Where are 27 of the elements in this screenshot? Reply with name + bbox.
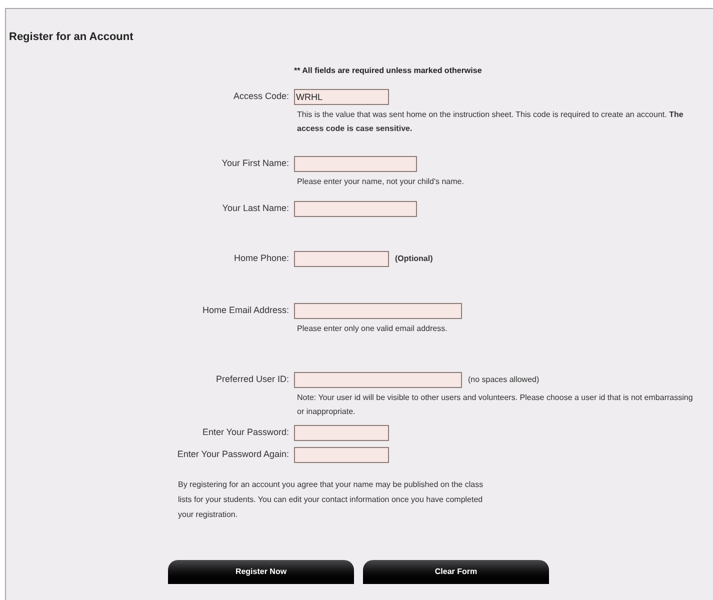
input-field[interactable] [294,250,389,266]
form-button[interactable]: Clear Form [363,560,549,584]
field-note: Please enter only one valid email address. [297,322,448,335]
input-field[interactable]: WRHL [294,88,389,104]
field-label: Home Email Address: [202,304,289,317]
input-field[interactable] [294,424,389,440]
form-button[interactable]: Register Now [168,560,354,584]
field-label: Enter Your Password Again: [177,448,289,461]
agreement-text: By registering for an account you agree that your name may be published on the class lists for your students. You can edit your contact information once you have completed your registration. [178,478,484,521]
field-label: Access Code: [233,90,289,103]
field-label: Enter Your Password: [202,426,289,439]
input-field[interactable] [294,446,389,462]
required-note: ** All fields are required unless marked otherwise [294,66,482,74]
input-field[interactable] [294,200,417,216]
field-note: Note: Your user id will be visible to other users and volunteers. Please choose a user id that is not embarrassing or inappropriate. [297,392,693,418]
input-field[interactable] [294,372,462,388]
field-hint: (no spaces allowed) [468,374,540,386]
field-label: Preferred User ID: [216,372,289,386]
field-hint: (Optional) [395,252,433,264]
field-note: Please enter your name, not your child's name. [297,176,465,188]
field-label: Your First Name: [222,156,289,170]
input-field[interactable] [294,156,417,172]
field-note: This is the value that was sent home on the instruction sheet. This code is required to create an account. The access code is case sensitive. [297,108,684,134]
field-label: Home Phone: [234,252,289,265]
form-title: Register for an Account [8,30,134,45]
field-label: Your Last Name: [222,202,289,215]
input-field[interactable] [294,302,462,318]
